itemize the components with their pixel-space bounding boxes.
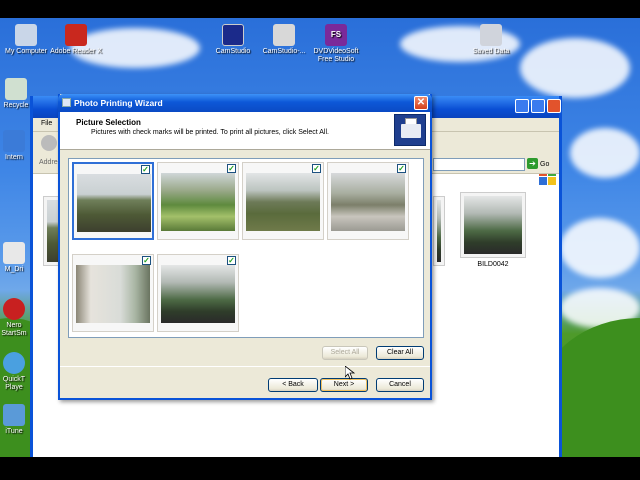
internet-explorer-icon [3,130,25,152]
desktop-icon-quicktime[interactable]: QuickT Playe [0,352,34,392]
camstudio-file-icon [273,24,295,46]
letterbox-top [0,0,640,18]
desktop-icon-camstudio-2[interactable]: CamStudio-... [258,24,310,56]
picture-item[interactable]: ✓ [72,162,154,240]
icon-label: CamStudio-... [262,48,306,55]
icon-label: M_Dri [4,266,24,273]
file-thumbnail[interactable] [460,192,526,258]
desktop-icon-internet[interactable]: Intern [0,130,34,162]
wizard-title: Photo Printing Wizard [74,98,163,108]
printer-icon [394,114,426,146]
photo-thumbnail [161,173,235,231]
wizard-header: Picture Selection Pictures with check ma… [60,112,430,150]
close-button[interactable] [547,99,561,113]
photo-printing-wizard[interactable]: Photo Printing Wizard ✕ Picture Selectio… [58,94,432,400]
picture-item[interactable]: ✓ [72,254,154,332]
adobe-reader-icon [65,24,87,46]
cloud [570,128,640,178]
itunes-icon [3,404,25,426]
go-label: Go [540,161,550,168]
cloud [560,218,640,278]
picture-checkbox[interactable]: ✓ [227,164,236,173]
picture-checkbox[interactable]: ✓ [312,164,321,173]
icon-label: Recycle [3,102,29,109]
icon-label: Intern [5,154,23,161]
icon-label: Nero StartSm [1,322,27,337]
picture-item[interactable]: ✓ [157,162,239,240]
icon-label: iTune [5,428,23,435]
icon-label: Saved Data [472,48,510,55]
desktop-icon-itunes[interactable]: iTune [0,404,34,436]
wizard-title-bar[interactable]: Photo Printing Wizard [58,94,432,112]
picture-checkbox[interactable]: ✓ [142,256,151,265]
dvdvideosoft-icon: FS [325,24,347,46]
separator [60,366,430,367]
next-button[interactable]: Next > [320,378,368,392]
desktop: My Computer Adobe Reader X CamStudio Cam… [0,18,640,457]
photo-thumbnail [246,173,320,231]
drive-icon [480,24,502,46]
file-thumbnail[interactable] [433,196,445,266]
icon-label: My Computer [4,48,47,55]
recycle-bin-icon [5,78,27,100]
back-button[interactable]: < Back [268,378,318,392]
icon-label: Adobe Reader X [50,48,102,55]
icon-label: DVDVideoSoft Free Studio [313,48,359,63]
page-instructions: Pictures with check marks will be printe… [91,129,329,136]
photo-thumbnail [331,173,405,231]
desktop-icon-saved-data[interactable]: Saved Data [465,24,517,56]
file-caption: BILD0042 [477,261,509,268]
letterbox-bottom [0,457,640,480]
icon-label: QuickT Playe [2,376,26,391]
picture-list[interactable]: ✓ ✓ ✓ ✓ ✓ ✓ [68,158,424,338]
picture-item[interactable]: ✓ [327,162,409,240]
camstudio-icon [222,24,244,46]
drive-icon [3,242,25,264]
picture-checkbox[interactable]: ✓ [397,164,406,173]
quicktime-icon [3,352,25,374]
photo-thumbnail [76,265,150,323]
cancel-button[interactable]: Cancel [376,378,424,392]
clear-all-button[interactable]: Clear All [376,346,424,360]
page-heading: Picture Selection [76,118,141,127]
picture-checkbox[interactable]: ✓ [227,256,236,265]
maximize-button[interactable] [531,99,545,113]
desktop-icon-dvdvideosoft[interactable]: FS DVDVideoSoft Free Studio [310,24,362,64]
desktop-icon-adobe-reader[interactable]: Adobe Reader X [50,24,102,56]
picture-item[interactable]: ✓ [242,162,324,240]
wizard-app-icon [62,98,71,107]
picture-checkbox[interactable]: ✓ [141,165,150,174]
mouse-cursor-icon [345,366,355,380]
icon-label: CamStudio [215,48,251,55]
nero-icon [3,298,25,320]
computer-icon [15,24,37,46]
menu-file[interactable]: File [41,120,52,127]
desktop-icon-my-computer[interactable]: My Computer [0,24,52,56]
close-button[interactable]: ✕ [414,96,428,110]
cloud [520,38,630,98]
address-input[interactable] [433,158,525,171]
photo-thumbnail [77,174,151,232]
desktop-icon-camstudio[interactable]: CamStudio [207,24,259,56]
minimize-button[interactable] [515,99,529,113]
go-arrow-icon: ➔ [527,158,538,169]
back-icon[interactable] [41,135,57,151]
go-button[interactable]: ➔ Go [527,158,561,171]
desktop-icon-nero[interactable]: Nero StartSm [0,298,34,338]
select-all-button[interactable]: Select All [322,346,368,360]
picture-item[interactable]: ✓ [157,254,239,332]
photo-thumbnail [161,265,235,323]
desktop-icon-m-drive[interactable]: M_Dri [0,242,34,274]
